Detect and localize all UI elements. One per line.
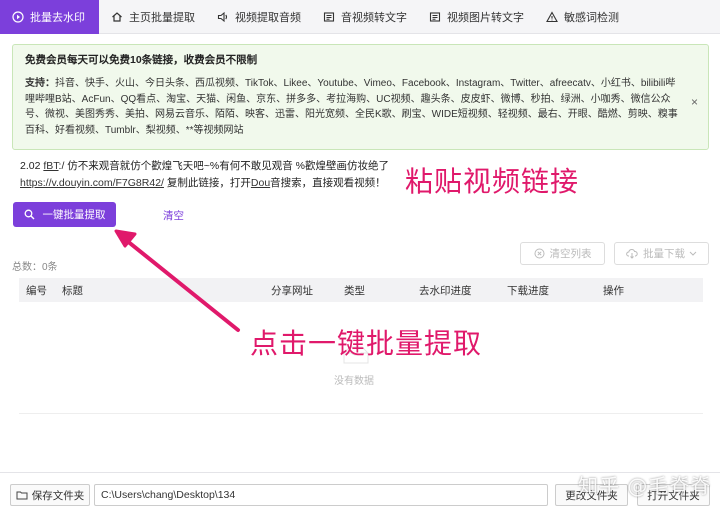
total-count: 总数：0条 [12,262,58,273]
save-folder-label: 保存文件夹 [31,489,85,502]
tab-label: 主页批量提取 [129,11,195,24]
clear-list-label: 清空列表 [549,248,592,260]
tab-label: 视频图片转文字 [447,11,524,24]
col-actions: 操作 [603,285,624,297]
save-folder-button[interactable]: 保存文件夹 [10,484,90,506]
table-header: 编号 标题 分享网址 类型 去水印进度 下载进度 操作 [19,278,703,302]
folder-icon [16,490,28,500]
text-doc-icon [323,11,335,23]
search-icon [24,209,35,220]
col-share-url: 分享网址 [271,285,313,297]
cloud-download-icon [626,248,638,259]
clear-button[interactable]: 清空 [163,208,184,223]
input-url: https://v.douyin.com/F7G8R42/ [20,177,164,189]
batch-extract-button[interactable]: 一键批量提取 [13,202,116,227]
chevron-down-icon [689,251,697,256]
warning-icon [546,10,558,23]
play-circle-icon [12,10,24,23]
col-type: 类型 [344,285,365,297]
tab-label: 批量去水印 [30,11,85,24]
paste-link-annotation: 粘贴视频链接 [405,165,580,198]
save-path-field[interactable]: C:\Users\chang\Desktop\134 [94,484,548,506]
supported-sites-text: 支持：抖音、快手、火山、今日头条、西瓜视频、TikTok、Likee、Youtu… [25,76,694,138]
input-line2-rest-b: 音搜索，直接观看视频！ [270,177,386,189]
support-list: 抖音、快手、火山、今日头条、西瓜视频、TikTok、Likee、Youtube、… [25,78,678,136]
input-prefix: 2.02 [20,160,44,172]
batch-download-button[interactable]: 批量下载 [614,242,709,265]
clear-list-button[interactable]: 清空列表 [520,242,605,265]
tab-sensitive-word-check[interactable]: 敏感词检测 [534,0,629,34]
tab-label: 音视频转文字 [341,11,407,24]
input-dou: Dou [250,177,271,189]
notice-headline: 免费会员每天可以免费10条链接，收费会员不限制 [25,54,258,66]
batch-extract-label: 一键批量提取 [42,209,106,221]
input-code: fBT [43,160,59,172]
col-download-progress: 下载进度 [507,285,549,297]
input-line1-rest: :/ 仿不来观音就仿个歡煌飞天吧~%有何不敢见观音 %歡煌壁画仿妆绝了 [58,160,390,172]
image-text-icon [429,11,441,23]
col-index: 编号 [26,285,47,297]
batch-download-label: 批量下载 [643,248,685,260]
tab-batch-watermark-removal[interactable]: 批量去水印 [0,0,99,34]
empty-state-text: 没有数据 [334,376,374,387]
tab-label: 敏感词检测 [564,11,619,24]
home-icon [111,11,123,23]
speaker-icon [217,11,229,23]
clear-circle-icon [534,248,545,259]
col-watermark-progress: 去水印进度 [419,285,472,297]
col-title: 标题 [62,285,83,297]
zhihu-watermark: 知乎 @毛脊脊 [578,474,712,498]
tab-av-to-text[interactable]: 音视频转文字 [311,0,417,34]
close-icon[interactable]: × [691,95,698,109]
link-input-area[interactable]: 2.02 fBT:/ 仿不来观音就仿个歡煌飞天吧~%有何不敢见观音 %歡煌壁画仿… [12,156,709,198]
link-input-text: 2.02 fBT:/ 仿不来观音就仿个歡煌飞天吧~%有何不敢见观音 %歡煌壁画仿… [20,158,400,192]
support-label: 支持： [25,78,55,89]
tab-label: 视频提取音频 [235,11,301,24]
input-line2-rest-a: 复制此链接，打开 [163,177,251,189]
click-extract-annotation: 点击一键批量提取 [250,327,483,360]
tab-homepage-batch-extract[interactable]: 主页批量提取 [99,0,205,34]
membership-notice: 免费会员每天可以免费10条链接，收费会员不限制 支持：抖音、快手、火山、今日头条… [12,44,709,150]
tab-image-to-text[interactable]: 视频图片转文字 [417,0,534,34]
tab-bar: 批量去水印 主页批量提取 视频提取音频 音视频转文字 视频图片转文字 敏感词检测 [0,0,720,34]
tab-video-extract-audio[interactable]: 视频提取音频 [205,0,311,34]
